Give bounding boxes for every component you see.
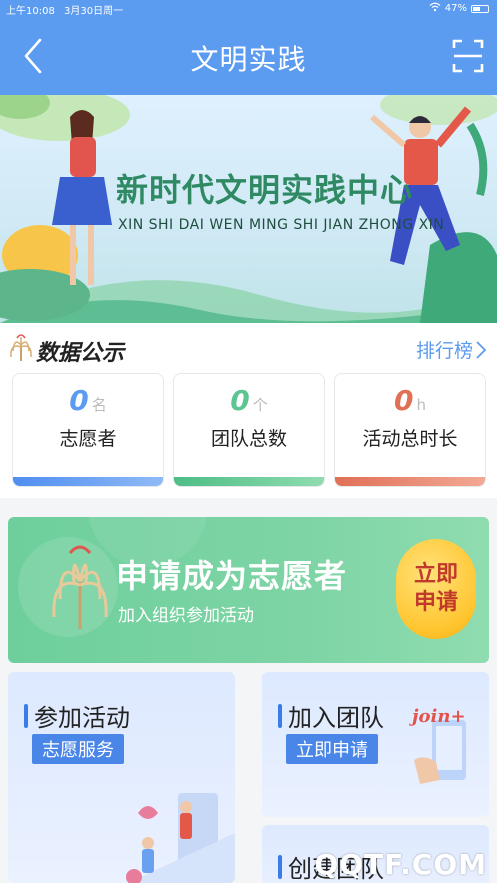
stat-label: 团队总数	[210, 428, 287, 450]
title-accent	[24, 703, 28, 728]
title-accent	[278, 854, 282, 879]
status-bar: 上午10:08 3月30日周一 47%	[0, 0, 497, 18]
stat-label: 活动总时长	[362, 428, 458, 450]
stat-card-teams[interactable]: 0个 团队总数	[173, 373, 325, 487]
emblem-icon	[48, 541, 112, 635]
emblem-icon	[8, 333, 34, 367]
stat-unit: 名	[91, 396, 107, 414]
join-illustration: join+	[410, 700, 482, 790]
tile-title: 参加活动	[34, 704, 130, 732]
stat-accent-bar	[335, 477, 485, 486]
stat-accent-bar	[13, 477, 163, 486]
title-accent	[278, 703, 282, 728]
stat-label: 志愿者	[59, 428, 117, 450]
app-header: 文明实践	[0, 18, 497, 95]
chevron-right-icon	[476, 340, 487, 359]
stat-unit: h	[416, 396, 426, 414]
watermark: QQTF.COM	[314, 848, 487, 881]
stat-value: 0	[394, 384, 414, 417]
apply-title: 申请成为志愿者	[116, 557, 348, 595]
stat-value: 0	[230, 384, 250, 417]
banner-subtitle: XIN SHI DAI WEN MING SHI JIAN ZHONG XIN	[118, 217, 445, 233]
stat-value-group: 0个	[174, 384, 324, 417]
page-title: 文明实践	[190, 43, 307, 76]
tile-title: 加入团队	[288, 704, 384, 732]
stat-card-hours[interactable]: 0h 活动总时长	[334, 373, 486, 487]
section-title: 数据公示	[36, 341, 125, 366]
apply-subtitle: 加入组织参加活动	[118, 606, 254, 626]
battery-icon	[471, 4, 489, 13]
tile-title-group: 参加活动	[24, 698, 130, 733]
apply-now-button[interactable]: 立即 申请	[396, 539, 476, 639]
data-publicity-section: 数据公示 排行榜 0名 志愿者 0个 团队总数 0h 活动总时长	[0, 323, 497, 498]
scan-button[interactable]	[451, 36, 485, 76]
status-date: 3月30日周一	[64, 6, 124, 17]
join-activity-tile[interactable]: 参加活动 志愿服务	[8, 672, 235, 883]
banner-title: 新时代文明实践中心	[116, 171, 414, 209]
hero-banner: 新时代文明实践中心 XIN SHI DAI WEN MING SHI JIAN …	[0, 95, 497, 323]
tile-tag: 志愿服务	[32, 734, 124, 764]
battery-percent: 47%	[444, 3, 467, 14]
stat-accent-bar	[174, 477, 324, 486]
status-right: 47%	[429, 2, 489, 15]
tile-title-group: 加入团队	[278, 698, 384, 733]
tile-tag: 立即申请	[286, 734, 378, 764]
activity-illustration	[126, 793, 235, 883]
wifi-icon	[429, 2, 441, 15]
stat-unit: 个	[252, 396, 268, 414]
ranking-link[interactable]: 排行榜	[416, 336, 487, 363]
scan-icon	[452, 39, 484, 73]
ranking-link-label: 排行榜	[415, 340, 473, 362]
status-time: 上午10:08	[6, 6, 55, 17]
status-time-date: 上午10:08 3月30日周一	[6, 2, 123, 17]
stat-card-volunteers[interactable]: 0名 志愿者	[12, 373, 164, 487]
apply-volunteer-banner[interactable]: 申请成为志愿者 加入组织参加活动 立即 申请	[8, 517, 489, 663]
join-art-text: join+	[412, 706, 466, 727]
stat-value-group: 0名	[13, 384, 163, 417]
stat-value: 0	[69, 384, 89, 417]
join-team-tile[interactable]: 加入团队 立即申请 join+	[262, 672, 489, 817]
stat-value-group: 0h	[335, 384, 485, 417]
